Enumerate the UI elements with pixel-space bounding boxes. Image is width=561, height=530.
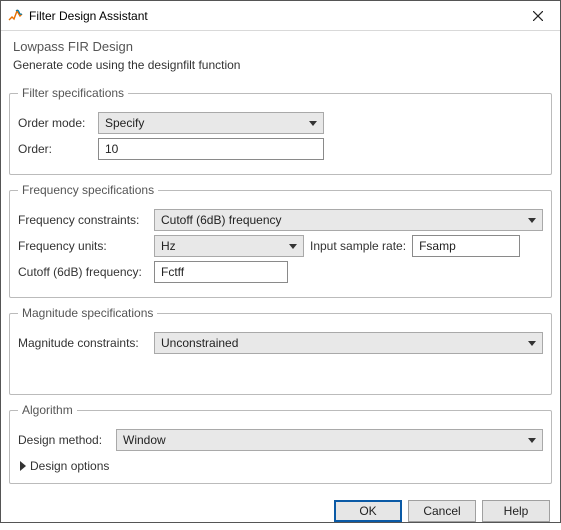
frequency-specifications-group: Frequency specifications Frequency const… bbox=[9, 183, 552, 298]
magnitude-specifications-legend: Magnitude specifications bbox=[18, 306, 157, 320]
heading-subtitle: Generate code using the designfilt funct… bbox=[9, 58, 552, 82]
frequency-units-label: Frequency units: bbox=[18, 239, 148, 253]
design-method-value: Window bbox=[123, 433, 166, 447]
dialog-content: Lowpass FIR Design Generate code using t… bbox=[1, 31, 560, 494]
frequency-units-value: Hz bbox=[161, 239, 176, 253]
order-input[interactable] bbox=[98, 138, 324, 160]
algorithm-legend: Algorithm bbox=[18, 403, 77, 417]
design-options-toggle[interactable]: Design options bbox=[18, 455, 543, 473]
input-sample-rate-input[interactable] bbox=[412, 235, 520, 257]
triangle-right-icon bbox=[20, 461, 26, 471]
order-mode-dropdown[interactable]: Specify bbox=[98, 112, 324, 134]
input-sample-rate-label: Input sample rate: bbox=[310, 239, 406, 253]
cutoff-frequency-input[interactable] bbox=[154, 261, 288, 283]
frequency-units-dropdown[interactable]: Hz bbox=[154, 235, 304, 257]
order-mode-label: Order mode: bbox=[18, 116, 92, 130]
frequency-constraints-dropdown[interactable]: Cutoff (6dB) frequency bbox=[154, 209, 543, 231]
help-button[interactable]: Help bbox=[482, 500, 550, 522]
close-icon bbox=[533, 11, 543, 21]
title-bar: Filter Design Assistant bbox=[1, 1, 560, 31]
design-method-dropdown[interactable]: Window bbox=[116, 429, 543, 451]
close-button[interactable] bbox=[516, 1, 560, 31]
cancel-button[interactable]: Cancel bbox=[408, 500, 476, 522]
magnitude-constraints-label: Magnitude constraints: bbox=[18, 336, 148, 350]
magnitude-specifications-group: Magnitude specifications Magnitude const… bbox=[9, 306, 552, 395]
design-options-label: Design options bbox=[30, 459, 109, 473]
heading-title: Lowpass FIR Design bbox=[9, 37, 552, 58]
order-label: Order: bbox=[18, 142, 92, 156]
filter-specifications-group: Filter specifications Order mode: Specif… bbox=[9, 86, 552, 175]
matlab-icon bbox=[7, 8, 23, 24]
magnitude-constraints-value: Unconstrained bbox=[161, 336, 238, 350]
filter-specifications-legend: Filter specifications bbox=[18, 86, 128, 100]
frequency-constraints-label: Frequency constraints: bbox=[18, 213, 148, 227]
frequency-constraints-value: Cutoff (6dB) frequency bbox=[161, 213, 282, 227]
cutoff-frequency-label: Cutoff (6dB) frequency: bbox=[18, 265, 148, 279]
window-title: Filter Design Assistant bbox=[29, 9, 148, 23]
frequency-specifications-legend: Frequency specifications bbox=[18, 183, 158, 197]
order-mode-value: Specify bbox=[105, 116, 144, 130]
algorithm-group: Algorithm Design method: Window Design o… bbox=[9, 403, 552, 484]
design-method-label: Design method: bbox=[18, 433, 110, 447]
magnitude-constraints-dropdown[interactable]: Unconstrained bbox=[154, 332, 543, 354]
ok-button[interactable]: OK bbox=[334, 500, 402, 522]
dialog-footer: OK Cancel Help bbox=[1, 494, 560, 530]
